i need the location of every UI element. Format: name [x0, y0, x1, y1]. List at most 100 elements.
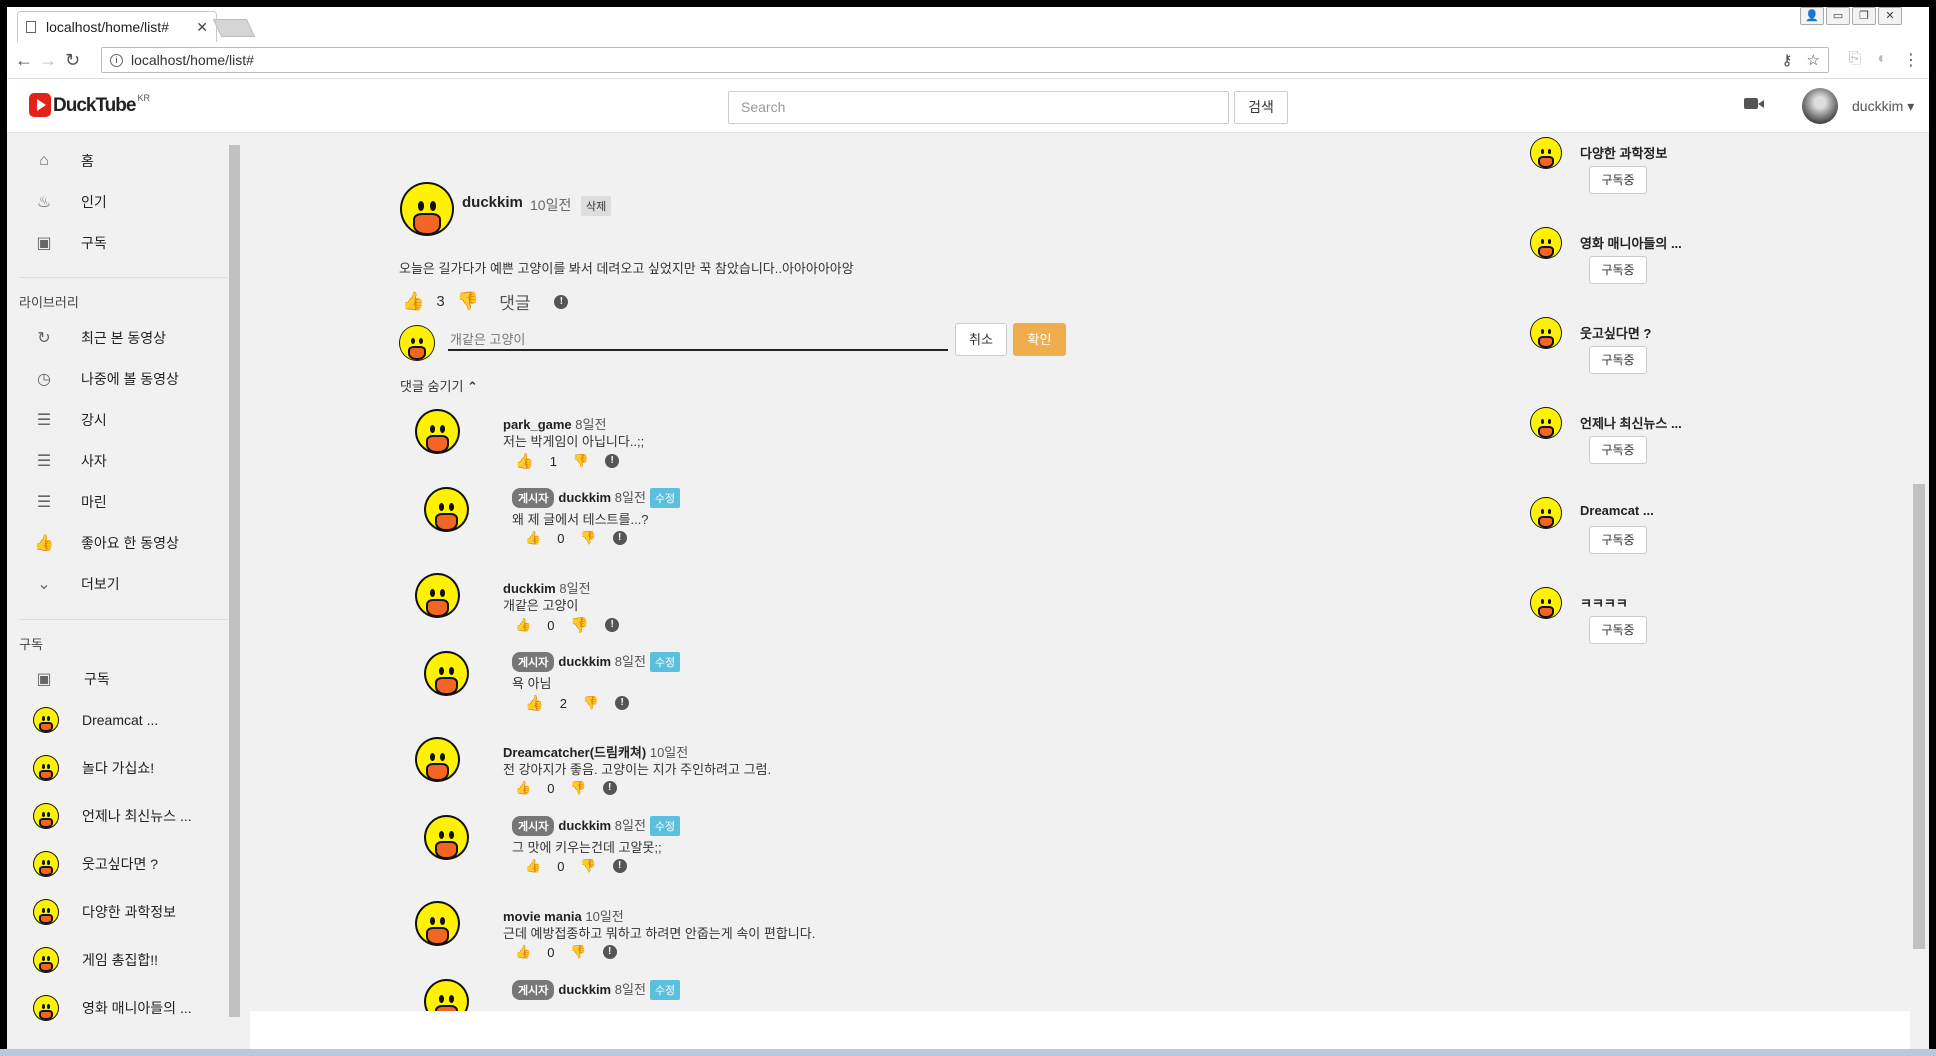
url-field[interactable]: i localhost/home/list# ⚷ ☆: [101, 47, 1829, 73]
sidebar-sub-channel[interactable]: 영화 매니아들의 ...: [7, 993, 217, 1023]
post-author-avatar[interactable]: [400, 182, 454, 236]
user-menu[interactable]: duckkim ▾: [1852, 98, 1914, 115]
sidebar-sub-channel[interactable]: 웃고싶다면 ?: [7, 849, 217, 879]
thumbs-up-icon[interactable]: 👍: [515, 452, 534, 470]
reply-avatar[interactable]: [424, 815, 469, 860]
back-icon[interactable]: ←: [15, 51, 33, 69]
channel-name[interactable]: Dreamcat ...: [1580, 503, 1654, 518]
thumbs-down-icon[interactable]: 👎: [573, 453, 589, 469]
sidebar-item-playlist[interactable]: ☰ 마린: [7, 487, 217, 517]
channel-avatar[interactable]: [1530, 317, 1562, 349]
upload-video-icon[interactable]: [1744, 98, 1764, 109]
close-window-button[interactable]: ✕: [1878, 7, 1902, 25]
report-icon[interactable]: !: [602, 945, 617, 959]
thumbs-up-icon[interactable]: 👍: [515, 780, 531, 796]
sidebar-sub-channel[interactable]: 다양한 과학정보: [7, 897, 217, 927]
reply-avatar[interactable]: [424, 651, 469, 696]
page-scrollbar-thumb[interactable]: [1913, 484, 1925, 949]
reply-author-name[interactable]: duckkim: [558, 982, 611, 997]
reply-author-name[interactable]: duckkim: [558, 490, 611, 505]
subscribed-button[interactable]: 구독중: [1589, 256, 1647, 284]
pdf-extension-icon[interactable]: ⎘: [1849, 50, 1862, 70]
sidebar-item-popular[interactable]: ♨ 인기: [7, 187, 217, 217]
star-icon[interactable]: ☆: [1807, 51, 1820, 69]
sidebar-item-subscriptions[interactable]: ▣ 구독: [7, 228, 217, 258]
restore-button[interactable]: ❐: [1852, 7, 1876, 25]
sidebar-sub-channel[interactable]: 놀다 가십쇼!: [7, 753, 217, 783]
channel-avatar[interactable]: [1530, 497, 1562, 529]
comment-avatar[interactable]: [415, 409, 460, 454]
search-button[interactable]: 검색: [1234, 91, 1288, 124]
thumbs-down-icon[interactable]: 👎: [570, 944, 586, 960]
menu-icon[interactable]: ⋮: [1903, 50, 1919, 70]
minimize-button[interactable]: ▭: [1826, 7, 1850, 25]
reply-author-name[interactable]: duckkim: [558, 818, 611, 833]
channel-avatar[interactable]: [1530, 407, 1562, 439]
comment-avatar[interactable]: [415, 737, 460, 782]
thumbs-up-icon[interactable]: 👍: [515, 617, 531, 633]
sidebar-sub-channel[interactable]: Dreamcat ...: [7, 705, 217, 735]
thumbs-down-icon[interactable]: 👎: [580, 530, 596, 546]
comment-avatar[interactable]: [415, 573, 460, 618]
edit-button[interactable]: 수정: [649, 488, 681, 508]
report-icon[interactable]: !: [605, 618, 620, 632]
channel-name[interactable]: ㅋㅋㅋㅋ: [1580, 593, 1628, 612]
sidebar-item-playlist[interactable]: ☰ 강시: [7, 405, 217, 435]
extension-icon[interactable]: ◐: [1877, 50, 1887, 70]
thumbs-up-icon[interactable]: 👍: [525, 858, 541, 874]
reload-icon[interactable]: ↻: [65, 51, 80, 69]
channel-name[interactable]: 웃고싶다면 ?: [1580, 323, 1651, 342]
sidebar-item-liked[interactable]: 👍 좋아요 한 동영상: [7, 528, 217, 558]
thumbs-down-icon[interactable]: 👎: [570, 616, 589, 634]
reply-avatar[interactable]: [424, 487, 469, 532]
reply-author-name[interactable]: duckkim: [558, 654, 611, 669]
edit-button[interactable]: 수정: [649, 816, 681, 836]
report-icon[interactable]: !: [615, 696, 630, 710]
report-icon[interactable]: !: [554, 294, 569, 309]
thumbs-down-icon[interactable]: 👎: [570, 780, 586, 796]
channel-name[interactable]: 다양한 과학정보: [1580, 143, 1667, 162]
thumbs-down-icon[interactable]: 👎: [457, 291, 479, 312]
sidebar-item-history[interactable]: ↻ 최근 본 동영상: [7, 323, 217, 353]
report-icon[interactable]: !: [612, 859, 627, 873]
thumbs-up-icon[interactable]: 👍: [515, 944, 531, 960]
channel-avatar[interactable]: [1530, 227, 1562, 259]
close-tab-icon[interactable]: ✕: [196, 19, 208, 36]
sidebar-item-all-subs[interactable]: ▣ 구독: [7, 664, 217, 694]
report-icon[interactable]: !: [602, 781, 617, 795]
sidebar-item-more[interactable]: ⌄ 더보기: [7, 569, 217, 599]
subscribed-button[interactable]: 구독중: [1589, 436, 1647, 464]
new-tab-button[interactable]: [212, 19, 256, 37]
thumbs-up-icon[interactable]: 👍: [402, 291, 424, 312]
edit-button[interactable]: 수정: [649, 980, 681, 1000]
hide-comments-toggle[interactable]: 댓글 숨기기 ⌃: [400, 376, 478, 395]
post-author[interactable]: duckkim: [462, 194, 523, 211]
search-input[interactable]: Search: [728, 91, 1229, 124]
thumbs-down-icon[interactable]: 👎: [583, 695, 599, 711]
thumbs-up-icon[interactable]: 👍: [525, 530, 541, 546]
key-icon[interactable]: ⚷: [1782, 51, 1793, 69]
sidebar-sub-channel[interactable]: 게임 총집합!!: [7, 945, 217, 975]
comment-avatar[interactable]: [415, 901, 460, 946]
avatar[interactable]: [1802, 88, 1838, 124]
report-icon[interactable]: !: [612, 531, 627, 545]
thumbs-down-icon[interactable]: 👎: [580, 858, 596, 874]
channel-name[interactable]: 영화 매니아들의 ...: [1580, 233, 1682, 252]
info-icon[interactable]: i: [110, 53, 123, 67]
profile-icon[interactable]: 👤: [1800, 7, 1824, 25]
sidebar-scrollbar-thumb[interactable]: [229, 145, 240, 1017]
confirm-button[interactable]: 확인: [1013, 323, 1066, 356]
forward-icon[interactable]: →: [39, 51, 57, 69]
thumbs-up-icon[interactable]: 👍: [525, 694, 544, 712]
edit-button[interactable]: 수정: [649, 652, 681, 672]
report-icon[interactable]: !: [605, 454, 620, 468]
comment-input[interactable]: 개같은 고양이: [448, 324, 948, 351]
subscribed-button[interactable]: 구독중: [1589, 616, 1647, 644]
browser-tab[interactable]: localhost/home/list# ✕: [17, 11, 217, 42]
channel-avatar[interactable]: [1530, 587, 1562, 619]
subscribed-button[interactable]: 구독중: [1589, 166, 1647, 194]
cancel-button[interactable]: 취소: [955, 323, 1007, 356]
delete-button[interactable]: 삭제: [581, 196, 612, 216]
channel-avatar[interactable]: [1530, 137, 1562, 169]
sidebar-item-watch-later[interactable]: ◷ 나중에 볼 동영상: [7, 364, 217, 394]
